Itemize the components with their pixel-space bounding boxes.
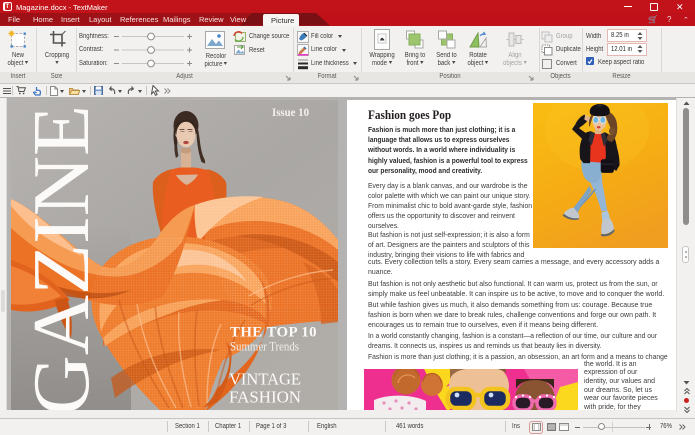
svg-text:Summer Trends: Summer Trends (230, 340, 299, 354)
svg-text:MAGAZINE: MAGAZINE (16, 105, 106, 410)
svg-text:THE TOP 10: THE TOP 10 (230, 325, 317, 341)
svg-text:FASHION: FASHION (229, 388, 301, 407)
svg-text:VINTAGE: VINTAGE (229, 370, 301, 389)
svg-text:Issue 10: Issue 10 (272, 107, 309, 119)
